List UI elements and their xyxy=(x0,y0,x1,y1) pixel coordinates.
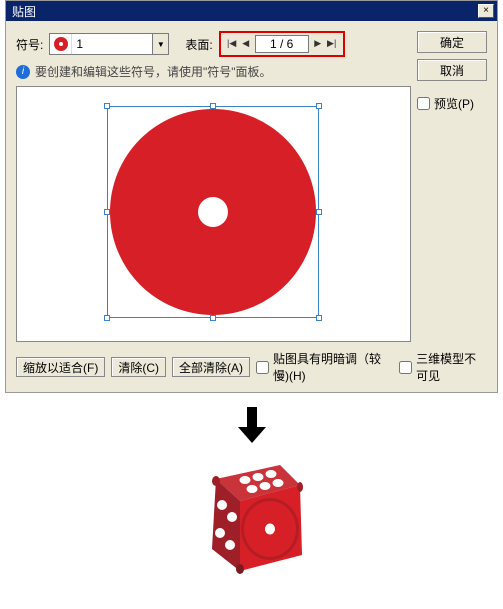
chevron-down-icon[interactable]: ▼ xyxy=(152,34,168,54)
preview-checkbox-input[interactable] xyxy=(417,97,430,110)
ok-button[interactable]: 确定 xyxy=(417,31,487,53)
result-illustration xyxy=(0,405,503,595)
hide3d-label: 三维模型不可见 xyxy=(416,350,487,384)
handle-s[interactable] xyxy=(210,315,216,321)
handle-nw[interactable] xyxy=(104,103,110,109)
map-art-dialog: 贴图 × 确定 取消 预览(P) 符号: 1 ▼ xyxy=(5,0,498,393)
shade-checkbox-input[interactable] xyxy=(256,361,269,374)
preview-label: 预览(P) xyxy=(434,95,474,112)
symbol-art[interactable] xyxy=(110,109,316,315)
symbol-value: 1 xyxy=(72,37,152,51)
symbol-swatch-icon xyxy=(50,34,72,54)
hide3d-checkbox[interactable]: 三维模型不可见 xyxy=(399,350,487,384)
dialog-title: 贴图 xyxy=(12,3,36,20)
dice-result-icon xyxy=(172,445,332,595)
surface-stepper: |◀ ◀ 1 / 6 ▶ ▶| xyxy=(219,31,345,57)
surface-value[interactable]: 1 / 6 xyxy=(255,35,309,53)
down-arrow-icon xyxy=(234,405,270,445)
cancel-button[interactable]: 取消 xyxy=(417,59,487,81)
next-surface-button[interactable]: ▶ xyxy=(311,35,325,53)
titlebar[interactable]: 贴图 × xyxy=(6,1,497,21)
surface-label: 表面: xyxy=(185,36,212,53)
symbol-label: 符号: xyxy=(16,36,43,53)
preview-canvas[interactable] xyxy=(16,86,411,342)
handle-sw[interactable] xyxy=(104,315,110,321)
hint-text: 要创建和编辑这些符号，请使用"符号"面板。 xyxy=(35,63,272,80)
hide3d-checkbox-input[interactable] xyxy=(399,361,412,374)
last-surface-button[interactable]: ▶| xyxy=(325,35,339,53)
handle-e[interactable] xyxy=(316,209,322,215)
clear-all-button[interactable]: 全部清除(A) xyxy=(172,357,250,377)
preview-checkbox[interactable]: 预览(P) xyxy=(417,95,487,112)
clear-button[interactable]: 清除(C) xyxy=(111,357,166,377)
handle-se[interactable] xyxy=(316,315,322,321)
prev-surface-button[interactable]: ◀ xyxy=(239,35,253,53)
info-icon: i xyxy=(16,65,30,79)
first-surface-button[interactable]: |◀ xyxy=(225,35,239,53)
scale-to-fit-button[interactable]: 缩放以适合(F) xyxy=(16,357,105,377)
shade-checkbox[interactable]: 贴图具有明暗调（较慢)(H) xyxy=(256,350,393,384)
close-icon[interactable]: × xyxy=(478,4,494,18)
handle-ne[interactable] xyxy=(316,103,322,109)
symbol-combo[interactable]: 1 ▼ xyxy=(49,33,169,55)
symbol-art-hole xyxy=(198,197,228,227)
shade-label: 贴图具有明暗调（较慢)(H) xyxy=(273,350,393,384)
